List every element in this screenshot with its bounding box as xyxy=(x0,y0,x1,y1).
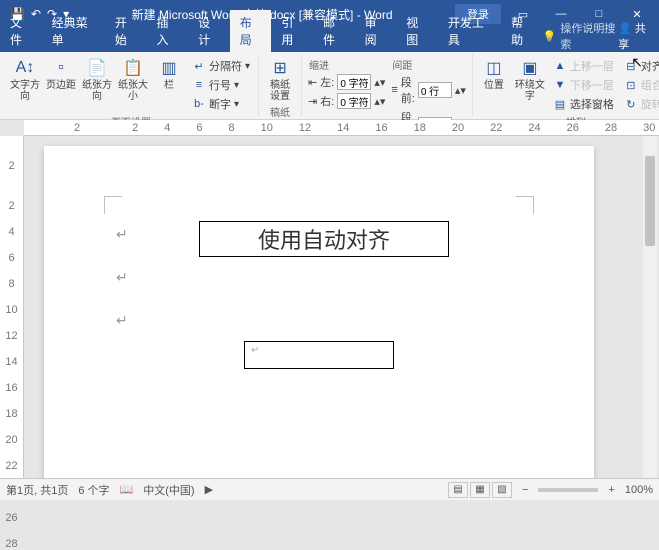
status-page[interactable]: 第1页, 共1页 xyxy=(6,482,68,498)
send-backward-button: ▼下移一层 xyxy=(550,76,617,94)
vertical-ruler[interactable]: 2246810121416182022242628 xyxy=(0,136,24,500)
textbox-small[interactable]: ↵ xyxy=(244,341,394,369)
indent-left-spinner[interactable]: ⇤左:▴▾ xyxy=(307,73,386,91)
line-numbers-button[interactable]: ≡行号 ▾ xyxy=(189,76,253,94)
columns-button[interactable]: ▥栏 xyxy=(152,56,186,93)
group-arrange: ◫位置 ▣环绕文字 ▲上移一层 ▼下移一层 ▤选择窗格 ⊟对齐 ▾ ⊡组合 ↻旋… xyxy=(473,54,659,117)
rotate-button: ↻旋转 xyxy=(621,95,659,113)
share-button[interactable]: 👤 共享 xyxy=(618,20,653,52)
status-spellcheck-icon[interactable]: 📖 xyxy=(120,483,134,496)
tab-review[interactable]: 审阅 xyxy=(355,10,397,52)
orientation-button[interactable]: 📄纸张方向 xyxy=(80,56,114,104)
bring-forward-button: ▲上移一层 xyxy=(550,57,617,75)
wrap-text-button: ▣环绕文字 xyxy=(513,56,547,104)
group-button: ⊡组合 xyxy=(621,76,659,94)
status-bar: 第1页, 共1页 6 个字 📖 中文(中国) ▶ ▤ ▦ ▧ − + 100% xyxy=(0,478,659,500)
breaks-button[interactable]: ↵分隔符 ▾ xyxy=(189,57,253,75)
view-read-button[interactable]: ▤ xyxy=(448,482,468,498)
tab-layout[interactable]: 布局 xyxy=(230,10,272,52)
zoom-slider[interactable] xyxy=(538,488,598,492)
align-button[interactable]: ⊟对齐 ▾ xyxy=(621,57,659,75)
tab-mailings[interactable]: 邮件 xyxy=(313,10,355,52)
selection-pane-button[interactable]: ▤选择窗格 xyxy=(550,95,617,113)
status-macro-icon[interactable]: ▶ xyxy=(205,483,213,496)
margin-corner-tr xyxy=(516,196,534,214)
lightbulb-icon: 💡 xyxy=(543,30,557,43)
zoom-level[interactable]: 100% xyxy=(625,484,653,496)
tab-references[interactable]: 引用 xyxy=(271,10,313,52)
zoom-out-button[interactable]: − xyxy=(522,484,528,496)
scrollbar-thumb[interactable] xyxy=(645,156,655,246)
position-button: ◫位置 xyxy=(477,56,511,93)
tab-developer[interactable]: 开发工具 xyxy=(438,10,501,52)
tab-classic[interactable]: 经典菜单 xyxy=(42,10,105,52)
ribbon-tabs: 文件 经典菜单 开始 插入 设计 布局 引用 邮件 审阅 视图 开发工具 帮助 … xyxy=(0,28,659,52)
group-page-setup: A↕文字方向 ▫页边距 📄纸张方向 📋纸张大小 ▥栏 ↵分隔符 ▾ ≡行号 ▾ … xyxy=(4,54,259,117)
hyphenation-button[interactable]: b-断字 ▾ xyxy=(189,95,253,113)
view-web-button[interactable]: ▧ xyxy=(492,482,512,498)
document-area[interactable]: ↵ ↵ ↵ 使用自动对齐 ↵ xyxy=(24,136,659,500)
tab-design[interactable]: 设计 xyxy=(188,10,230,52)
horizontal-ruler[interactable]: 2246810121416182022242628303234363840424… xyxy=(24,120,659,136)
paper-setup-button[interactable]: ⊞稿纸 设置 xyxy=(263,56,297,104)
tab-file[interactable]: 文件 xyxy=(0,10,42,52)
status-words[interactable]: 6 个字 xyxy=(78,482,109,498)
textbox-main[interactable]: 使用自动对齐 xyxy=(199,221,449,257)
text-direction-button[interactable]: A↕文字方向 xyxy=(8,56,42,104)
space-before-spinner[interactable]: ≡段前:▴▾ xyxy=(390,73,467,107)
size-button[interactable]: 📋纸张大小 xyxy=(116,56,150,104)
tab-view[interactable]: 视图 xyxy=(396,10,438,52)
margins-button[interactable]: ▫页边距 xyxy=(44,56,78,93)
tell-me-search[interactable]: 💡操作说明搜索 xyxy=(543,20,618,52)
tab-help[interactable]: 帮助 xyxy=(501,10,543,52)
status-language[interactable]: 中文(中国) xyxy=(143,482,194,498)
group-paragraph: 缩进 ⇤左:▴▾ ⇥右:▴▾ 间距 ≡段前:▴▾ ≡段后:▴▾ 段落 xyxy=(302,54,473,117)
zoom-in-button[interactable]: + xyxy=(608,484,614,496)
indent-right-spinner[interactable]: ⇥右:▴▾ xyxy=(307,92,386,110)
paragraph-marks: ↵ ↵ ↵ xyxy=(116,226,128,355)
vertical-scrollbar[interactable] xyxy=(643,136,657,478)
tab-insert[interactable]: 插入 xyxy=(146,10,188,52)
group-paper: ⊞稿纸 设置 稿纸 xyxy=(259,54,302,117)
view-print-button[interactable]: ▦ xyxy=(470,482,490,498)
ribbon: A↕文字方向 ▫页边距 📄纸张方向 📋纸张大小 ▥栏 ↵分隔符 ▾ ≡行号 ▾ … xyxy=(0,52,659,120)
tab-home[interactable]: 开始 xyxy=(105,10,147,52)
page[interactable]: ↵ ↵ ↵ 使用自动对齐 ↵ xyxy=(44,146,594,500)
margin-corner-tl xyxy=(104,196,122,214)
